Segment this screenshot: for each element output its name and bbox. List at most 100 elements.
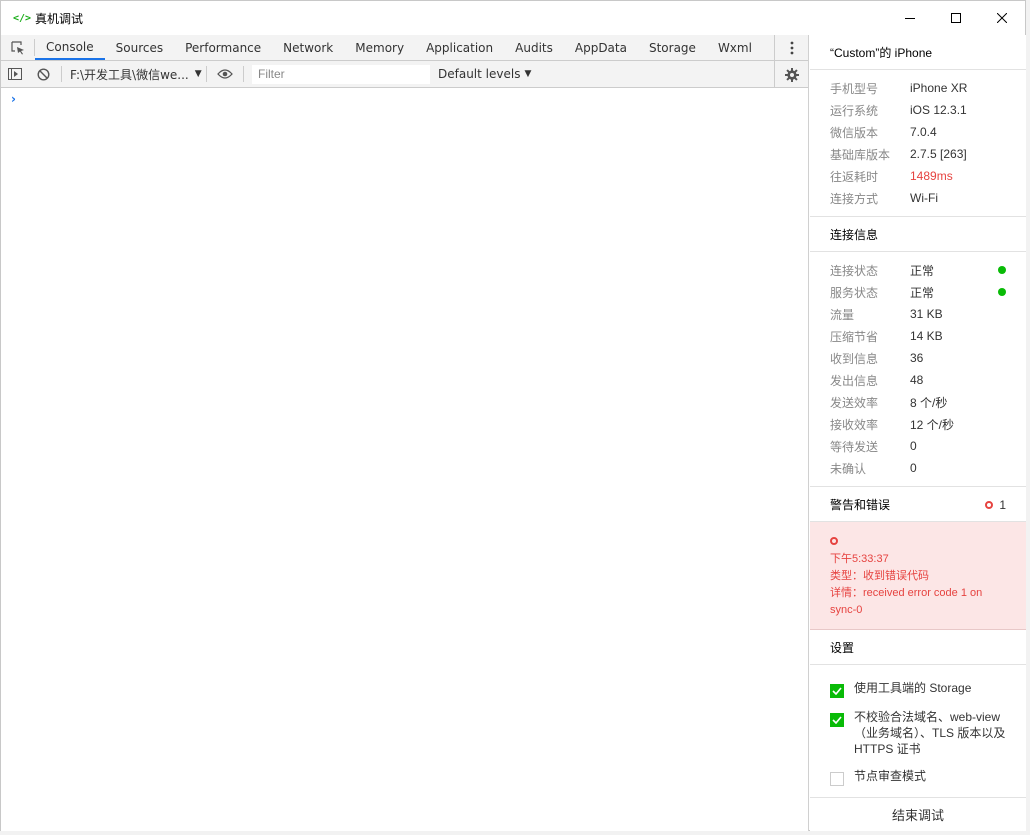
info-value: 正常 xyxy=(910,285,935,300)
list-item: 基础库版本 2.7.5 [263] xyxy=(810,143,1026,165)
log-levels-dropdown[interactable]: Default levels ▼ xyxy=(438,67,531,81)
setting-skip-domain-check[interactable]: 不校验合法域名、web-view（业务域名）、TLS 版本以及 HTTPS 证书 xyxy=(810,702,1026,761)
info-value: 48 xyxy=(910,373,924,387)
info-key: 等待发送 xyxy=(830,439,879,454)
console-output[interactable]: › xyxy=(1,88,808,831)
info-key: 流量 xyxy=(830,307,855,322)
tab-console[interactable]: Console xyxy=(35,35,105,60)
devtools-panel: Console Sources Performance Network Memo… xyxy=(1,35,809,831)
close-button[interactable] xyxy=(979,1,1025,35)
devtools-window: </> 真机调试 Console Sources Performance Net… xyxy=(0,0,1026,831)
list-item: 流量 31 KB xyxy=(810,303,1026,325)
info-value: 8 个/秒 xyxy=(910,395,948,410)
info-value: 31 KB xyxy=(910,307,943,321)
info-value: 12 个/秒 xyxy=(910,417,955,432)
info-key: 连接方式 xyxy=(830,191,879,206)
live-expression-button[interactable] xyxy=(211,61,239,88)
info-key: 运行系统 xyxy=(830,103,879,118)
setting-label: 不校验合法域名、web-view（业务域名）、TLS 版本以及 HTTPS 证书 xyxy=(854,710,1006,756)
info-value: 7.0.4 xyxy=(910,125,937,139)
info-key: 连接状态 xyxy=(830,263,879,278)
info-value: Wi-Fi xyxy=(910,191,938,205)
info-key: 压缩节省 xyxy=(830,329,879,344)
info-key: 往返耗时 xyxy=(830,169,879,184)
errors-count: 1 xyxy=(999,497,1006,512)
list-item: 往返耗时 1489ms xyxy=(810,165,1026,187)
list-item: 连接状态 正常 xyxy=(810,259,1026,281)
title-bar: </> 真机调试 xyxy=(1,1,1025,35)
toolbar-divider xyxy=(243,66,244,82)
setting-label: 节点审查模式 xyxy=(854,769,927,783)
context-selector[interactable]: F:\开发工具\微信we... ▼ xyxy=(66,66,202,83)
log-levels-value: Default levels xyxy=(438,67,521,81)
eye-icon xyxy=(217,69,233,79)
filter-input[interactable] xyxy=(252,64,430,84)
maximize-icon xyxy=(951,13,961,23)
end-debug-button[interactable]: 结束调试 xyxy=(810,797,1026,831)
settings-list: 使用工具端的 Storage 不校验合法域名、web-view（业务域名）、TL… xyxy=(810,665,1026,790)
toolbar-divider xyxy=(206,66,207,82)
errors-header[interactable]: 警告和错误 1 xyxy=(810,487,1026,522)
setting-label: 使用工具端的 Storage xyxy=(854,681,972,695)
devtools-tab-bar: Console Sources Performance Network Memo… xyxy=(1,35,808,61)
setting-node-inspect-mode[interactable]: 节点审查模式 xyxy=(810,761,1026,790)
device-info-list: 手机型号 iPhone XR 运行系统 iOS 12.3.1 微信版本 7.0.… xyxy=(810,70,1026,217)
list-item: 压缩节省 14 KB xyxy=(810,325,1026,347)
checkbox-checked[interactable] xyxy=(830,713,844,727)
minimize-button[interactable] xyxy=(887,1,933,35)
console-toolbar: F:\开发工具\微信we... ▼ Default levels ▼ xyxy=(1,61,808,88)
setting-use-tool-storage[interactable]: 使用工具端的 Storage xyxy=(810,673,1026,702)
tab-network[interactable]: Network xyxy=(272,35,344,60)
errors-count-badge: 1 xyxy=(985,487,1006,522)
checkbox-unchecked[interactable] xyxy=(830,772,844,786)
info-key: 基础库版本 xyxy=(830,147,891,162)
settings-header: 设置 xyxy=(810,630,1026,665)
info-value: 36 xyxy=(910,351,924,365)
tab-wxml[interactable]: Wxml xyxy=(707,35,763,60)
checkbox-checked[interactable] xyxy=(830,684,844,698)
window-controls xyxy=(887,1,1025,35)
device-info-panel: “Custom”的 iPhone 手机型号 iPhone XR 运行系统 iOS… xyxy=(810,35,1026,831)
toggle-sidebar-button[interactable] xyxy=(1,61,29,88)
list-item: 连接方式 Wi-Fi xyxy=(810,187,1026,209)
tab-application[interactable]: Application xyxy=(415,35,504,60)
list-item: 接收效率 12 个/秒 xyxy=(810,413,1026,435)
info-value: 14 KB xyxy=(910,329,943,343)
tab-storage[interactable]: Storage xyxy=(638,35,707,60)
list-item: 运行系统 iOS 12.3.1 xyxy=(810,99,1026,121)
console-prompt[interactable]: › xyxy=(11,92,16,106)
info-key: 收到信息 xyxy=(830,351,879,366)
connection-header: 连接信息 xyxy=(810,217,1026,252)
tab-performance[interactable]: Performance xyxy=(174,35,272,60)
tab-audits[interactable]: Audits xyxy=(504,35,564,60)
tab-memory[interactable]: Memory xyxy=(344,35,415,60)
context-selector-value: F:\开发工具\微信we... xyxy=(70,67,189,82)
chevron-down-icon: ▼ xyxy=(524,69,532,79)
tab-sources[interactable]: Sources xyxy=(105,35,174,60)
clear-block-icon xyxy=(36,67,50,81)
list-item: 收到信息 36 xyxy=(810,347,1026,369)
device-header: “Custom”的 iPhone xyxy=(810,35,1026,70)
inspect-element-button[interactable] xyxy=(1,39,35,56)
info-value: iOS 12.3.1 xyxy=(910,103,967,117)
info-key: 未确认 xyxy=(830,461,867,476)
info-key: 发送效率 xyxy=(830,395,879,410)
error-entry: 下午5:33:37 类型：收到错误代码 详情：received error co… xyxy=(810,522,1026,630)
maximize-button[interactable] xyxy=(933,1,979,35)
list-item: 发出信息 48 xyxy=(810,369,1026,391)
tab-appdata[interactable]: AppData xyxy=(564,35,638,60)
close-icon xyxy=(997,13,1007,23)
clear-console-button[interactable] xyxy=(29,61,57,88)
info-value: 2.7.5 [263] xyxy=(910,147,967,161)
info-key: 接收效率 xyxy=(830,417,879,432)
checkmark-icon xyxy=(832,687,842,695)
more-menu-button[interactable] xyxy=(774,35,808,60)
error-type: 类型：收到错误代码 xyxy=(830,570,929,582)
console-settings-button[interactable] xyxy=(774,61,808,88)
vertical-ellipsis-icon xyxy=(790,41,793,54)
list-item: 手机型号 iPhone XR xyxy=(810,77,1026,99)
list-item: 未确认 0 xyxy=(810,457,1026,479)
info-key: 发出信息 xyxy=(830,373,879,388)
errors-header-label: 警告和错误 xyxy=(830,497,891,512)
info-key: 手机型号 xyxy=(830,81,879,96)
